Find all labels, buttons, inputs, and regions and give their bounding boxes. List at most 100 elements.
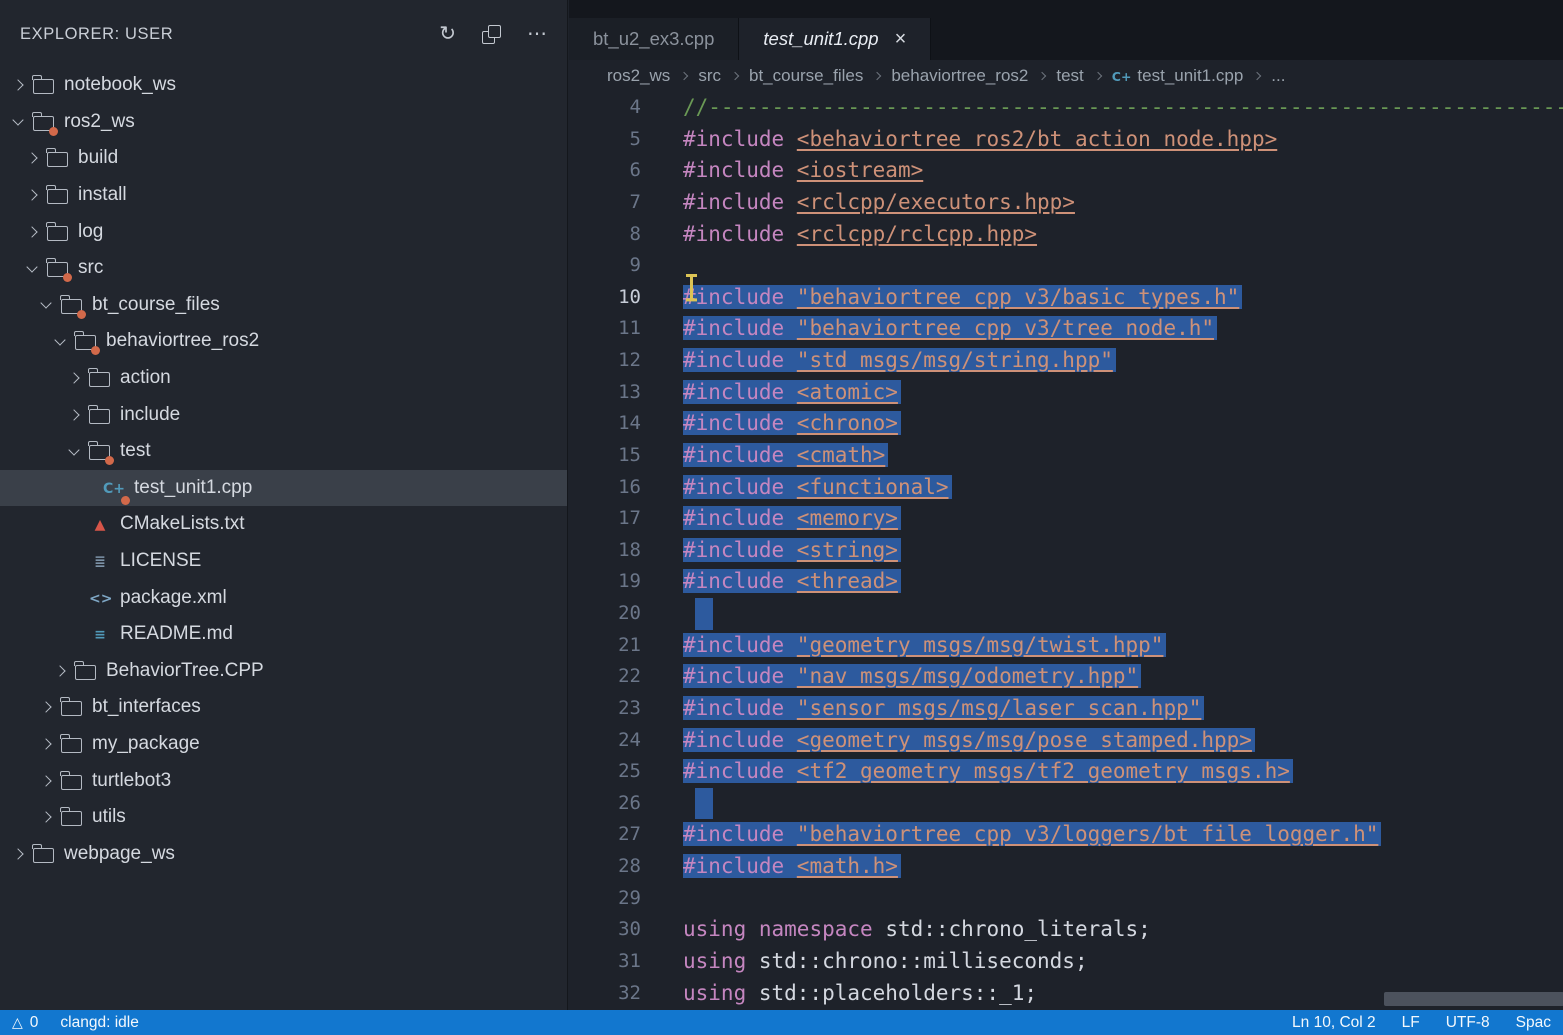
code-line-25[interactable]: 25#include <tf2_geometry_msgs/tf2_geomet… bbox=[569, 756, 1563, 788]
line-number[interactable]: 7 bbox=[569, 187, 683, 219]
line-number[interactable]: 23 bbox=[569, 693, 683, 725]
tree-item-behaviortree_ros2[interactable]: behaviortree_ros2 bbox=[0, 323, 567, 360]
line-number[interactable]: 6 bbox=[569, 155, 683, 187]
code-line-30[interactable]: 30using namespace std::chrono_literals; bbox=[569, 914, 1563, 946]
line-number[interactable]: 24 bbox=[569, 725, 683, 757]
line-number[interactable]: 5 bbox=[569, 124, 683, 156]
code-line-21[interactable]: 21#include "geometry_msgs/msg/twist.hpp" bbox=[569, 630, 1563, 662]
code-line-10[interactable]: 10#include "behaviortree_cpp_v3/basic_ty… bbox=[569, 282, 1563, 314]
breadcrumb-item-...[interactable]: ... bbox=[1271, 66, 1285, 86]
code-line-14[interactable]: 14#include <chrono> bbox=[569, 408, 1563, 440]
line-number[interactable]: 9 bbox=[569, 250, 683, 282]
code-line-15[interactable]: 15#include <cmath> bbox=[569, 440, 1563, 472]
code-line-18[interactable]: 18#include <string> bbox=[569, 535, 1563, 567]
tree-item-bt_interfaces[interactable]: bt_interfaces bbox=[0, 689, 567, 726]
code-line-17[interactable]: 17#include <memory> bbox=[569, 503, 1563, 535]
code-line-22[interactable]: 22#include "nav_msgs/msg/odometry.hpp" bbox=[569, 661, 1563, 693]
line-number[interactable]: 4 bbox=[569, 92, 683, 124]
line-number[interactable]: 31 bbox=[569, 946, 683, 978]
tree-item-bt_course_files[interactable]: bt_course_files bbox=[0, 287, 567, 324]
code-line-4[interactable]: 4//-------------------------------------… bbox=[569, 92, 1563, 124]
tree-item-test[interactable]: test bbox=[0, 433, 567, 470]
line-number[interactable]: 21 bbox=[569, 630, 683, 662]
line-number[interactable]: 29 bbox=[569, 883, 683, 915]
code-line-29[interactable]: 29 bbox=[569, 883, 1563, 915]
code-line-5[interactable]: 5#include <behaviortree_ros2/bt_action_n… bbox=[569, 124, 1563, 156]
code-line-26[interactable]: 26 bbox=[569, 788, 1563, 820]
code-line-20[interactable]: 20 bbox=[569, 598, 1563, 630]
tree-item-package.xml[interactable]: <>package.xml bbox=[0, 579, 567, 616]
eol-indicator[interactable]: LF bbox=[1402, 1014, 1420, 1032]
code-line-31[interactable]: 31using std::chrono::milliseconds; bbox=[569, 946, 1563, 978]
code-line-23[interactable]: 23#include "sensor_msgs/msg/laser_scan.h… bbox=[569, 693, 1563, 725]
refresh-icon[interactable]: ↻ bbox=[439, 24, 456, 44]
tree-item-ros2_ws[interactable]: ros2_ws bbox=[0, 104, 567, 141]
tree-item-my_package[interactable]: my_package bbox=[0, 726, 567, 763]
tree-item-src[interactable]: src bbox=[0, 250, 567, 287]
line-number[interactable]: 12 bbox=[569, 345, 683, 377]
tree-item-install[interactable]: install bbox=[0, 177, 567, 214]
code-line-8[interactable]: 8#include <rclcpp/rclcpp.hpp> bbox=[569, 219, 1563, 251]
code-line-12[interactable]: 12#include "std_msgs/msg/string.hpp" bbox=[569, 345, 1563, 377]
code-line-19[interactable]: 19#include <thread> bbox=[569, 566, 1563, 598]
tree-item-LICENSE[interactable]: ≣LICENSE bbox=[0, 543, 567, 580]
line-number[interactable]: 22 bbox=[569, 661, 683, 693]
cursor-position[interactable]: Ln 10, Col 2 bbox=[1292, 1014, 1376, 1032]
line-number[interactable]: 10 bbox=[569, 282, 683, 314]
indentation-indicator[interactable]: Spac bbox=[1516, 1014, 1551, 1032]
code-line-24[interactable]: 24#include <geometry_msgs/msg/pose_stamp… bbox=[569, 725, 1563, 757]
tree-item-CMakeLists.txt[interactable]: ▲CMakeLists.txt bbox=[0, 506, 567, 543]
line-number[interactable]: 19 bbox=[569, 566, 683, 598]
breadcrumb-item-src[interactable]: src bbox=[698, 66, 721, 86]
code-line-27[interactable]: 27#include "behaviortree_cpp_v3/loggers/… bbox=[569, 819, 1563, 851]
problems-indicator[interactable]: △ 0 bbox=[12, 1014, 38, 1032]
code-line-6[interactable]: 6#include <iostream> bbox=[569, 155, 1563, 187]
code-line-11[interactable]: 11#include "behaviortree_cpp_v3/tree_nod… bbox=[569, 313, 1563, 345]
code-line-9[interactable]: 9 bbox=[569, 250, 1563, 282]
tree-item-include[interactable]: include bbox=[0, 396, 567, 433]
line-number[interactable]: 8 bbox=[569, 219, 683, 251]
line-number[interactable]: 25 bbox=[569, 756, 683, 788]
more-actions-icon[interactable]: ⋯ bbox=[527, 24, 547, 44]
tree-item-log[interactable]: log bbox=[0, 213, 567, 250]
breadcrumb-item-bt_course_files[interactable]: bt_course_files bbox=[749, 66, 863, 86]
line-number[interactable]: 18 bbox=[569, 535, 683, 567]
breadcrumb-item-behaviortree_ros2[interactable]: behaviortree_ros2 bbox=[891, 66, 1028, 86]
tree-item-action[interactable]: action bbox=[0, 360, 567, 397]
close-icon[interactable]: × bbox=[895, 28, 907, 51]
line-number[interactable]: 30 bbox=[569, 914, 683, 946]
tree-item-README.md[interactable]: ≡README.md bbox=[0, 616, 567, 653]
line-number[interactable]: 15 bbox=[569, 440, 683, 472]
tree-item-webpage_ws[interactable]: webpage_ws bbox=[0, 835, 567, 872]
line-number[interactable]: 11 bbox=[569, 313, 683, 345]
encoding-indicator[interactable]: UTF-8 bbox=[1446, 1014, 1490, 1032]
breadcrumb-item-test[interactable]: test bbox=[1056, 66, 1083, 86]
tree-item-utils[interactable]: utils bbox=[0, 799, 567, 836]
line-number[interactable]: 13 bbox=[569, 377, 683, 409]
clangd-status[interactable]: clangd: idle bbox=[60, 1014, 138, 1032]
editor-layout-icon[interactable] bbox=[482, 25, 501, 44]
code-line-13[interactable]: 13#include <atomic> bbox=[569, 377, 1563, 409]
tree-item-notebook_ws[interactable]: notebook_ws bbox=[0, 67, 567, 104]
line-number[interactable]: 32 bbox=[569, 978, 683, 1010]
tab-bt_u2_ex3.cpp[interactable]: bt_u2_ex3.cpp bbox=[569, 18, 739, 60]
code-editor[interactable]: 4//-------------------------------------… bbox=[569, 92, 1563, 1010]
tree-item-build[interactable]: build bbox=[0, 140, 567, 177]
line-number[interactable]: 27 bbox=[569, 819, 683, 851]
line-number[interactable]: 28 bbox=[569, 851, 683, 883]
tab-test_unit1.cpp[interactable]: test_unit1.cpp× bbox=[739, 18, 931, 60]
line-number[interactable]: 26 bbox=[569, 788, 683, 820]
breadcrumb-item-ros2_ws[interactable]: ros2_ws bbox=[607, 66, 670, 86]
line-number[interactable]: 14 bbox=[569, 408, 683, 440]
tree-item-BehaviorTree.CPP[interactable]: BehaviorTree.CPP bbox=[0, 653, 567, 690]
horizontal-scrollbar[interactable] bbox=[1384, 992, 1563, 1006]
code-line-7[interactable]: 7#include <rclcpp/executors.hpp> bbox=[569, 187, 1563, 219]
line-number[interactable]: 17 bbox=[569, 503, 683, 535]
line-number[interactable]: 20 bbox=[569, 598, 683, 630]
code-line-28[interactable]: 28#include <math.h> bbox=[569, 851, 1563, 883]
code-line-16[interactable]: 16#include <functional> bbox=[569, 472, 1563, 504]
tree-item-turtlebot3[interactable]: turtlebot3 bbox=[0, 762, 567, 799]
breadcrumb-item-test_unit1.cpp[interactable]: C+test_unit1.cpp bbox=[1112, 66, 1244, 86]
tree-item-test_unit1.cpp[interactable]: C+test_unit1.cpp bbox=[0, 470, 567, 507]
line-number[interactable]: 16 bbox=[569, 472, 683, 504]
